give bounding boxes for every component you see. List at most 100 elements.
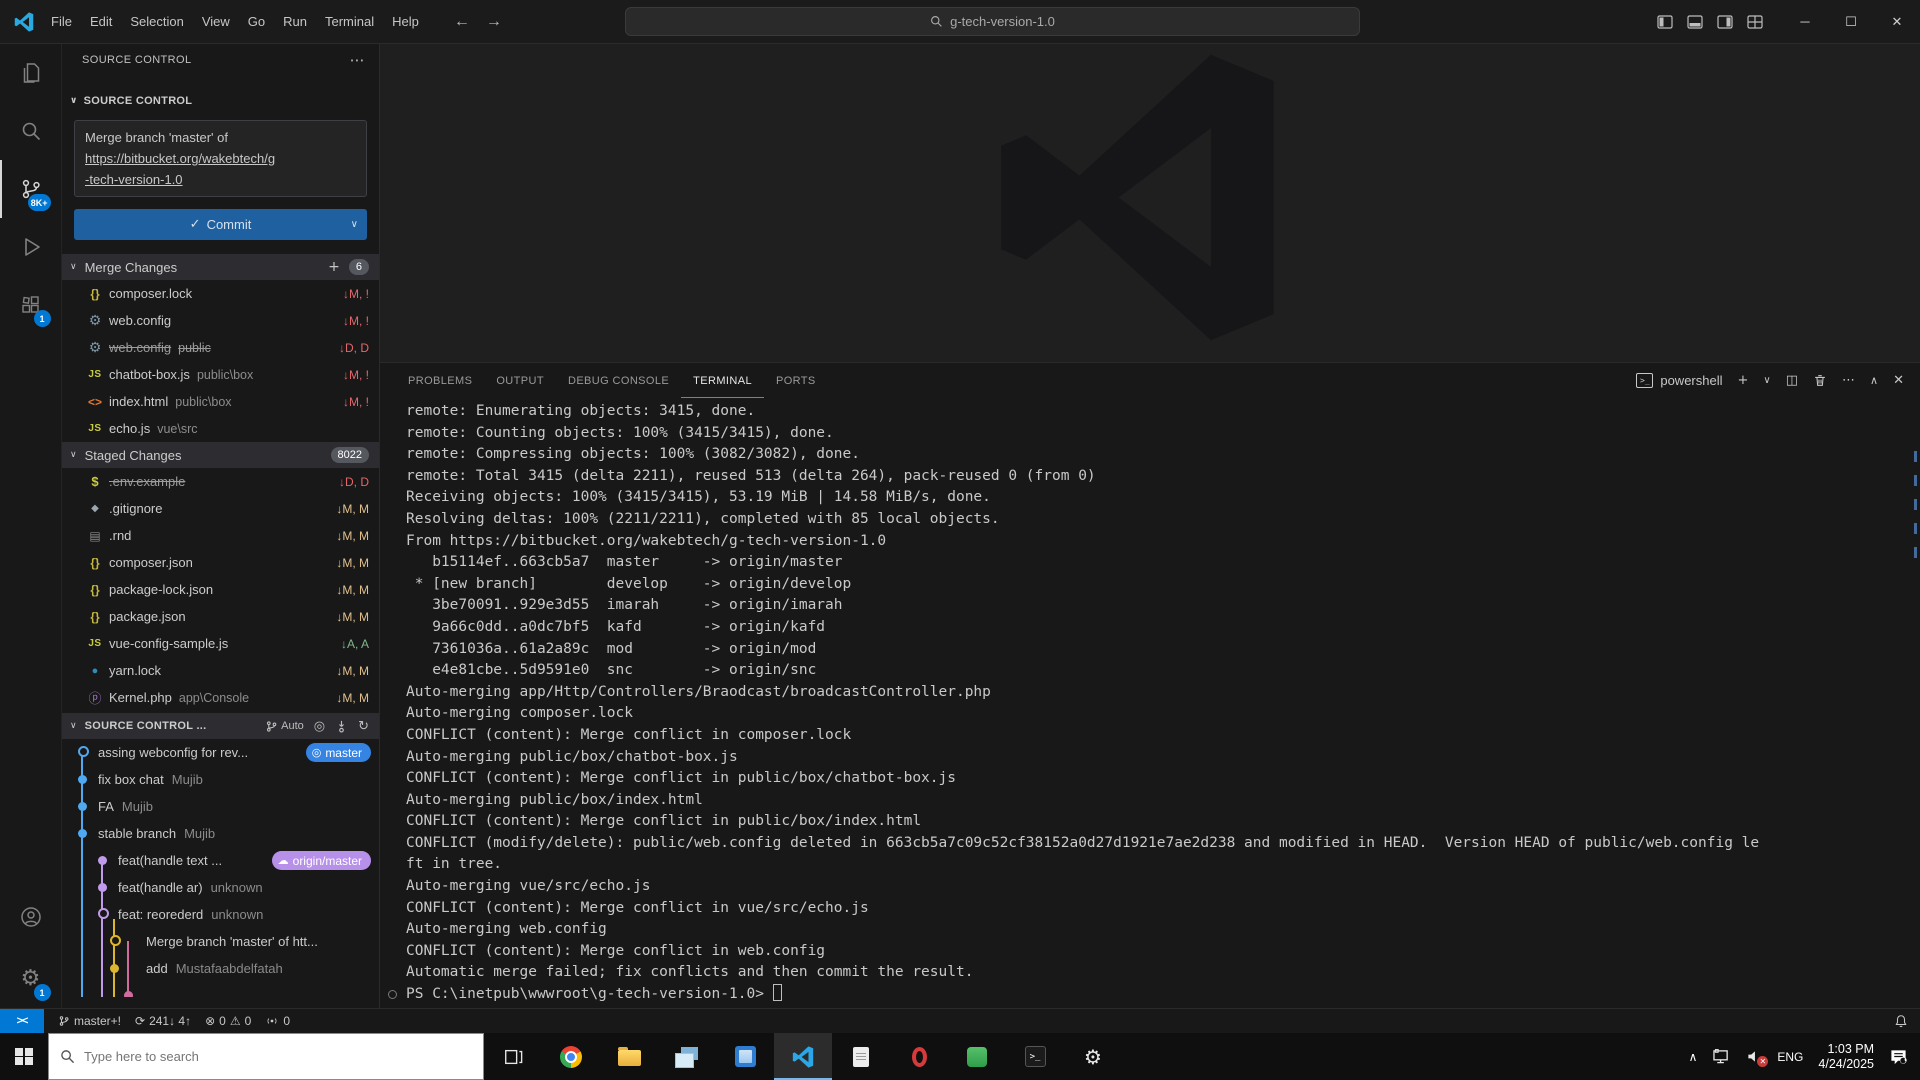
source-control-graph-header[interactable]: ∨ SOURCE CONTROL ... Auto ◎ ↻ [62, 713, 379, 739]
file-row[interactable]: {} composer.lock ↓M, ! [62, 280, 379, 307]
commit-row[interactable]: fix box chat Mujib [62, 766, 379, 793]
source-control-icon[interactable]: 8K+ [0, 160, 62, 218]
file-explorer-icon[interactable] [600, 1033, 658, 1080]
settings-app-icon[interactable]: ⚙ [1064, 1033, 1122, 1080]
branch-ref-pill[interactable]: ◎ master [305, 743, 371, 762]
split-terminal-icon[interactable]: ◫ [1786, 373, 1798, 388]
panel-tab-problems[interactable]: PROBLEMS [396, 363, 484, 398]
start-button[interactable] [0, 1033, 48, 1080]
fetch-icon[interactable] [335, 720, 348, 733]
notifications-bell-icon[interactable] [1894, 1014, 1908, 1028]
network-icon[interactable] [1712, 1048, 1731, 1065]
refresh-icon[interactable]: ↻ [358, 719, 369, 734]
blue-app-icon[interactable] [716, 1033, 774, 1080]
file-row[interactable]: ● yarn.lock ↓M, M [62, 657, 379, 684]
nav-forward-icon[interactable]: → [486, 13, 502, 31]
language-indicator[interactable]: ENG [1777, 1050, 1803, 1064]
source-control-section-header[interactable]: ∨ SOURCE CONTROL [62, 90, 379, 112]
taskbar-search-box[interactable] [48, 1033, 484, 1080]
tray-expand-icon[interactable]: ∧ [1689, 1050, 1698, 1064]
file-row[interactable]: ⚙ web.config ↓M, ! [62, 307, 379, 334]
file-row[interactable]: {} package.json ↓M, M [62, 603, 379, 630]
panel-tab-output[interactable]: OUTPUT [484, 363, 556, 398]
file-row[interactable]: <> index.html public\box ↓M, ! [62, 388, 379, 415]
commit-row[interactable]: feat(handle ar) unknown [62, 874, 379, 901]
commit-row[interactable]: feat(handle text ... ☁ origin/master [62, 847, 379, 874]
window-stack-icon[interactable] [658, 1033, 716, 1080]
command-center-search[interactable]: g-tech-version-1.0 [625, 7, 1360, 36]
commit-row[interactable]: assing webconfig for rev... ◎ master [62, 739, 379, 766]
extensions-icon[interactable]: 1 [0, 276, 62, 334]
panel-tab-debug-console[interactable]: DEBUG CONSOLE [556, 363, 681, 398]
remote-indicator[interactable]: >< [0, 1009, 44, 1033]
toggle-panel-icon[interactable] [1686, 13, 1704, 31]
opera-icon[interactable] [890, 1033, 948, 1080]
commit-row[interactable]: feat: reorederd unknown [62, 901, 379, 928]
commit-row[interactable]: Merge branch 'master' of htt... [62, 928, 379, 955]
menu-terminal[interactable]: Terminal [316, 0, 383, 43]
taskbar-search-input[interactable] [84, 1049, 472, 1064]
commit-button[interactable]: ✓ Commit ∨ [74, 209, 367, 240]
menu-selection[interactable]: Selection [121, 0, 192, 43]
window-maximize-button[interactable]: ☐ [1828, 0, 1874, 43]
explorer-icon[interactable] [0, 44, 62, 102]
chrome-icon[interactable] [542, 1033, 600, 1080]
file-row[interactable]: ▤ .rnd ↓M, M [62, 522, 379, 549]
terminal-shell-item[interactable]: >_ powershell [1636, 373, 1723, 388]
action-center-icon[interactable] [1889, 1048, 1908, 1066]
toggle-secondary-sidebar-icon[interactable] [1716, 13, 1734, 31]
commit-row[interactable]: FA Mujib [62, 793, 379, 820]
sync-status-item[interactable]: ⟳ 241↓ 4↑ [135, 1014, 191, 1028]
panel-tab-ports[interactable]: PORTS [764, 363, 828, 398]
terminal-dropdown-icon[interactable]: ∨ [1763, 375, 1770, 386]
window-minimize-button[interactable]: ─ [1782, 0, 1828, 43]
search-icon[interactable] [0, 102, 62, 160]
vscode-taskbar-icon[interactable] [774, 1033, 832, 1080]
file-row[interactable]: {} composer.json ↓M, M [62, 549, 379, 576]
menu-go[interactable]: Go [239, 0, 274, 43]
commit-row[interactable]: stable branch Mujib [62, 820, 379, 847]
file-row[interactable]: JS echo.js vue\src [62, 415, 379, 442]
menu-view[interactable]: View [193, 0, 239, 43]
add-icon[interactable]: + [328, 259, 340, 275]
menu-run[interactable]: Run [274, 0, 316, 43]
kill-terminal-icon[interactable] [1813, 373, 1827, 388]
terminal-app-icon[interactable]: >_ [1006, 1033, 1064, 1080]
branch-auto-icon[interactable]: Auto [265, 720, 304, 733]
file-row[interactable]: ◆ .gitignore ↓M, M [62, 495, 379, 522]
toggle-sidebar-icon[interactable] [1656, 13, 1674, 31]
file-row[interactable]: JS chatbot-box.js public\box ↓M, ! [62, 361, 379, 388]
customize-layout-icon[interactable] [1746, 13, 1764, 31]
file-row[interactable]: ⓟ Kernel.php app\Console ↓M, M [62, 684, 379, 711]
menu-help[interactable]: Help [383, 0, 428, 43]
more-actions-icon[interactable]: ⋯ [350, 51, 365, 69]
section-header-staged-changes[interactable]: ∨ Staged Changes 8022 [62, 442, 379, 468]
file-row[interactable]: JS vue-config-sample.js ↓A, A [62, 630, 379, 657]
nav-back-icon[interactable]: ← [454, 13, 470, 31]
ports-status-item[interactable]: 0 [265, 1014, 290, 1028]
maximize-panel-icon[interactable]: ∧ [1870, 374, 1878, 387]
branch-status-item[interactable]: master+! [58, 1014, 121, 1028]
task-view-button[interactable] [484, 1033, 542, 1080]
accounts-icon[interactable] [0, 888, 62, 946]
menu-file[interactable]: File [42, 0, 81, 43]
target-icon[interactable]: ◎ [314, 719, 325, 734]
commit-dropdown-icon[interactable]: ∨ [351, 219, 358, 230]
window-close-button[interactable]: ✕ [1874, 0, 1920, 43]
panel-tab-terminal[interactable]: TERMINAL [681, 363, 764, 398]
terminal-output[interactable]: remote: Enumerating objects: 3415, done.… [380, 398, 1920, 1006]
panel-more-icon[interactable]: ⋯ [1842, 373, 1855, 388]
close-panel-icon[interactable]: ✕ [1893, 373, 1904, 388]
settings-gear-icon[interactable]: ⚙ 1 [0, 950, 62, 1008]
taskbar-clock[interactable]: 1:03 PM 4/24/2025 [1818, 1042, 1874, 1072]
commit-row[interactable]: add Mustafaabdelfatah [62, 955, 379, 982]
notepad-icon[interactable] [832, 1033, 890, 1080]
section-header-merge-changes[interactable]: ∨ Merge Changes +6 [62, 254, 379, 280]
green-app-icon[interactable] [948, 1033, 1006, 1080]
new-terminal-icon[interactable]: + [1738, 373, 1749, 388]
file-row[interactable]: $ .env.example ↓D, D [62, 468, 379, 495]
file-row[interactable]: {} package-lock.json ↓M, M [62, 576, 379, 603]
branch-ref-pill[interactable]: ☁ origin/master [271, 851, 371, 870]
volume-muted-icon[interactable]: ✕ [1746, 1049, 1769, 1067]
menu-edit[interactable]: Edit [81, 0, 121, 43]
